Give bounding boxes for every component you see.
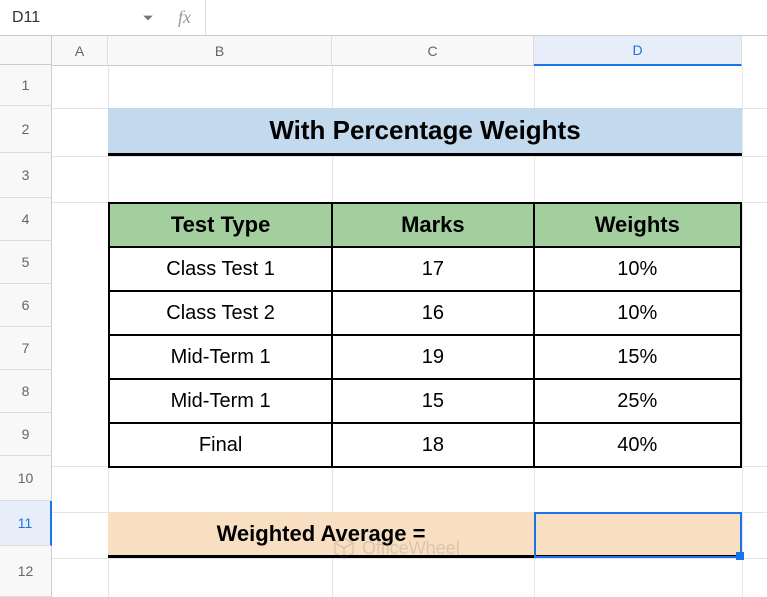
cell-test-type[interactable]: Class Test 1 (109, 247, 332, 291)
cell-weights[interactable]: 15% (534, 335, 741, 379)
row-header-8[interactable]: 8 (0, 370, 52, 413)
chevron-down-icon (142, 12, 154, 24)
cell-test-type[interactable]: Final (109, 423, 332, 467)
table-row: Final 18 40% (109, 423, 741, 467)
row-header-1[interactable]: 1 (0, 65, 52, 106)
header-marks[interactable]: Marks (332, 203, 533, 247)
fx-label: fx (164, 7, 205, 28)
cell-weights[interactable]: 40% (534, 423, 741, 467)
cell-marks[interactable]: 18 (332, 423, 533, 467)
row-header-6[interactable]: 6 (0, 284, 52, 327)
row-header-3[interactable]: 3 (0, 153, 52, 198)
data-table: Test Type Marks Weights Class Test 1 17 … (108, 202, 742, 468)
cell-test-type[interactable]: Class Test 2 (109, 291, 332, 335)
row-header-11[interactable]: 11 (0, 501, 52, 546)
name-box[interactable]: D11 (0, 0, 142, 35)
table-row: Class Test 1 17 10% (109, 247, 741, 291)
table-row: Mid-Term 1 15 25% (109, 379, 741, 423)
header-weights[interactable]: Weights (534, 203, 741, 247)
name-box-dropdown[interactable] (142, 0, 164, 35)
cell-weights[interactable]: 10% (534, 291, 741, 335)
col-header-c[interactable]: C (332, 36, 534, 66)
watermark: OfficeWheel (332, 536, 460, 560)
row-header-7[interactable]: 7 (0, 327, 52, 370)
row-header-5[interactable]: 5 (0, 241, 52, 284)
select-all-corner[interactable] (0, 36, 52, 65)
row-header-2[interactable]: 2 (0, 106, 52, 153)
cell-test-type[interactable]: Mid-Term 1 (109, 379, 332, 423)
row-header-12[interactable]: 12 (0, 546, 52, 597)
col-header-b[interactable]: B (108, 36, 332, 66)
row-header-4[interactable]: 4 (0, 198, 52, 241)
watermark-text: OfficeWheel (362, 538, 460, 559)
cube-icon (332, 536, 356, 560)
cell-grid[interactable]: With Percentage Weights Test Type Marks … (52, 66, 767, 597)
table-row: Mid-Term 1 19 15% (109, 335, 741, 379)
title-cell[interactable]: With Percentage Weights (108, 108, 742, 156)
cell-weights[interactable]: 10% (534, 247, 741, 291)
weighted-average-value[interactable] (534, 512, 742, 558)
cell-test-type[interactable]: Mid-Term 1 (109, 335, 332, 379)
cell-marks[interactable]: 17 (332, 247, 533, 291)
cell-marks[interactable]: 15 (332, 379, 533, 423)
formula-input[interactable] (205, 0, 767, 35)
cell-weights[interactable]: 25% (534, 379, 741, 423)
table-header-row: Test Type Marks Weights (109, 203, 741, 247)
column-headers: A B C D (52, 36, 767, 66)
weighted-average-label[interactable]: Weighted Average = (108, 512, 534, 558)
col-header-a[interactable]: A (52, 36, 108, 66)
header-test-type[interactable]: Test Type (109, 203, 332, 247)
col-header-d[interactable]: D (534, 36, 742, 66)
formula-bar: D11 fx (0, 0, 767, 36)
cell-marks[interactable]: 19 (332, 335, 533, 379)
row-header-10[interactable]: 10 (0, 456, 52, 501)
cell-marks[interactable]: 16 (332, 291, 533, 335)
row-header-9[interactable]: 9 (0, 413, 52, 456)
table-row: Class Test 2 16 10% (109, 291, 741, 335)
spreadsheet-grid: 1 2 3 4 5 6 7 8 9 10 11 12 A B C D (0, 36, 767, 597)
